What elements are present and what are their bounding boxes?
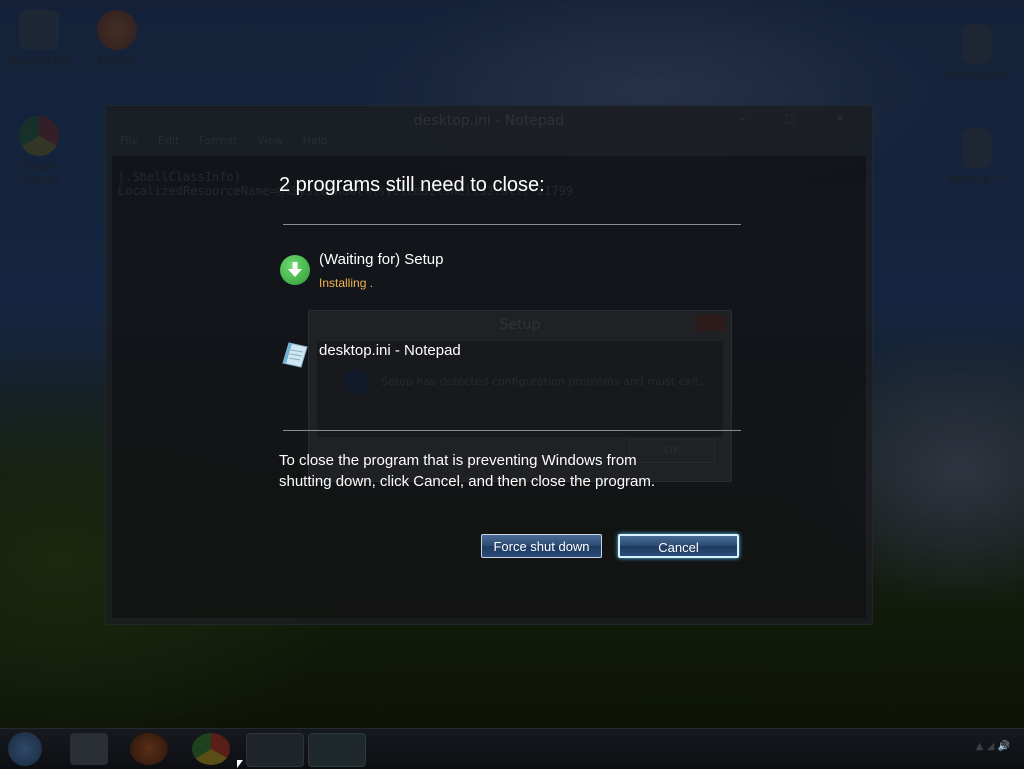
explanation-line: To close the program that is preventing … — [279, 452, 637, 469]
chrome-taskbar-icon[interactable] — [192, 733, 230, 765]
divider — [283, 430, 741, 431]
taskbar: ▲ ◢ 🔊 — [0, 728, 1024, 769]
dim-overlay — [0, 0, 1024, 768]
explanation-text: To close the program that is preventing … — [279, 450, 729, 492]
explorer-taskbar-icon[interactable] — [70, 733, 108, 765]
start-orb-icon[interactable] — [8, 732, 42, 766]
program-name: (Waiting for) Setup — [319, 251, 444, 268]
firefox-taskbar-icon[interactable] — [130, 733, 168, 765]
system-tray: ▲ ◢ 🔊 — [975, 741, 1010, 752]
explanation-line: shutting down, click Cancel, and then cl… — [279, 473, 656, 490]
notepad-taskbar-button[interactable] — [308, 733, 366, 767]
page-title: 2 programs still need to close: — [279, 174, 545, 196]
notepad-icon — [279, 339, 309, 369]
cancel-button[interactable]: Cancel — [618, 534, 739, 558]
download-arrow-icon — [280, 255, 310, 285]
program-name: desktop.ini - Notepad — [319, 342, 461, 359]
force-shut-down-button[interactable]: Force shut down — [481, 534, 602, 558]
mouse-cursor-icon — [237, 760, 243, 768]
setup-taskbar-button[interactable] — [246, 733, 304, 767]
program-status: Installing . — [319, 276, 374, 290]
divider — [283, 224, 741, 225]
